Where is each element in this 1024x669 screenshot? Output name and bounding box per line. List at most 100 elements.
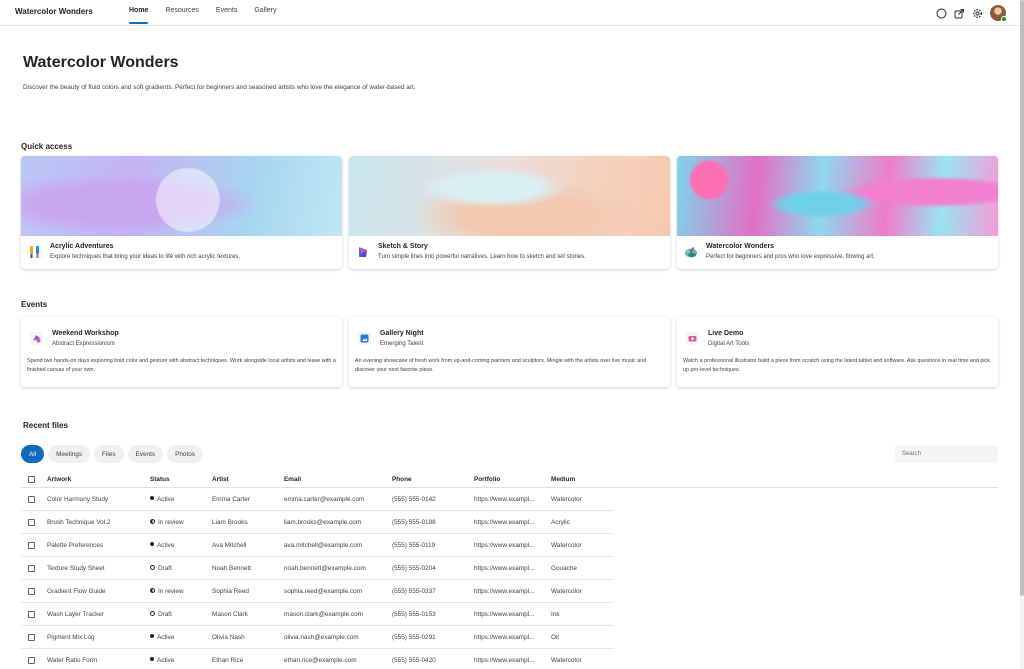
table-row[interactable]: Brush Technique Vol.2 In review Liam Brook… [21, 511, 614, 534]
cell-status: Draft [150, 610, 172, 618]
event-title: Gallery Night [380, 330, 424, 337]
card-image [21, 156, 342, 236]
card-description: Perfect for beginners and pros who love … [706, 254, 875, 260]
cell-phone: (555) 555-0119 [392, 542, 436, 549]
quick-access-card-acrylic[interactable]: Acrylic Adventures Explore techniques th… [21, 156, 342, 269]
events-title: Events [21, 300, 48, 309]
event-card-gallery-night[interactable]: Gallery Night Emerging Talent An evening… [349, 317, 670, 387]
nav-resources[interactable]: Resources [165, 0, 198, 26]
status-label: Active [157, 542, 175, 549]
table-row[interactable]: Color Harmony Study Active Emma Carter emma… [21, 488, 614, 511]
card-image [349, 156, 670, 236]
filter-all[interactable]: All [21, 445, 45, 463]
cell-status: Active [150, 496, 174, 503]
status-label: Draft [158, 565, 172, 572]
event-description: An evening showcase of fresh work from u… [355, 358, 647, 373]
scrollbar-thumb[interactable] [1020, 0, 1024, 596]
cell-artwork: Wash Layer Tracker [47, 611, 104, 618]
status-label: Active [157, 496, 175, 503]
row-checkbox[interactable] [28, 634, 35, 641]
workshop-icon [30, 332, 43, 345]
row-checkbox[interactable] [28, 542, 35, 549]
cell-status: In review [150, 518, 184, 526]
cell-portfolio: https://www.exampl... [474, 542, 535, 549]
table-row[interactable]: Palette Preferences Active Ava Mitchell ava… [21, 534, 614, 557]
table-row[interactable]: Wash Layer Tracker Draft Mason Clark mason.… [21, 603, 614, 626]
share-icon[interactable] [953, 7, 966, 20]
cell-phone: (555) 555-0420 [392, 657, 436, 664]
gallery-icon [358, 332, 371, 345]
cell-phone: (555) 555-0291 [392, 634, 436, 641]
row-checkbox[interactable] [28, 657, 35, 664]
cell-phone: (555) 555-0153 [392, 611, 436, 618]
circle-icon[interactable] [935, 7, 948, 20]
cell-status: Active [150, 657, 174, 664]
status-active-icon [150, 634, 154, 639]
cell-email: liam.brooks@example.com [284, 519, 362, 526]
cell-email: emma.carter@example.com [284, 496, 365, 503]
column-header-phone[interactable]: Phone [392, 476, 412, 483]
app-brand[interactable]: Watercolor Wonders [15, 7, 93, 16]
cell-artist: Noah Bennett [212, 565, 252, 572]
filter-events[interactable]: Events [127, 445, 164, 463]
column-header-artwork[interactable]: Artwork [47, 476, 71, 483]
gear-icon[interactable] [971, 7, 984, 20]
status-label: Active [157, 634, 175, 641]
filter-meetings[interactable]: Meetings [48, 445, 91, 463]
top-bar: Watercolor Wonders Home Resources Events… [0, 0, 1020, 26]
card-description: Explore techniques that bring your ideas… [50, 254, 241, 260]
status-label: Active [157, 657, 175, 664]
event-description: Watch a professional illustrator build a… [683, 358, 990, 373]
cell-phone: (555) 555-0188 [392, 519, 436, 526]
status-draft-icon [150, 564, 155, 570]
column-header-artist[interactable]: Artist [212, 476, 229, 483]
column-header-medium[interactable]: Medium [551, 476, 575, 483]
page-title: Watercolor Wonders [23, 54, 179, 71]
cell-artwork: Brush Technique Vol.2 [47, 519, 111, 526]
avatar[interactable] [990, 5, 1007, 22]
table-row[interactable]: Gradient Flow Guide In review Sophia Reed s… [21, 580, 614, 603]
table-row[interactable]: Pigment Mix Log Active Olivia Nash olivia.n… [21, 626, 614, 649]
recent-files-title: Recent files [23, 421, 68, 430]
row-checkbox[interactable] [28, 496, 35, 503]
cell-medium: Acrylic [551, 519, 570, 526]
card-title: Sketch & Story [378, 243, 428, 250]
status-draft-icon [150, 610, 155, 616]
sketch-app-icon [356, 245, 370, 259]
status-active-icon [150, 657, 154, 662]
table-header: Artwork Status Artist Email Phone Portfo… [21, 472, 998, 488]
quick-access-card-watercolor[interactable]: Watercolor Wonders Perfect for beginners… [677, 156, 998, 269]
column-header-status[interactable]: Status [150, 476, 170, 483]
scrollbar[interactable] [1020, 0, 1024, 669]
column-header-email[interactable]: Email [284, 476, 301, 483]
cell-artist: Sophia Reed [212, 588, 249, 595]
cell-artwork: Color Harmony Study [47, 496, 109, 503]
event-card-weekend-workshop[interactable]: Weekend Workshop Abstract Expressionism … [21, 317, 342, 387]
status-label: Draft [158, 611, 172, 618]
card-image [677, 156, 998, 236]
row-checkbox[interactable] [28, 565, 35, 572]
table-row[interactable]: Texture Study Sheet Draft Noah Bennett noah… [21, 557, 614, 580]
table-row[interactable]: Water Ratio Form Active Ethan Rice ethan.ri… [21, 649, 614, 669]
event-card-live-demo[interactable]: Live Demo Digital Art Tools Watch a prof… [677, 317, 998, 387]
row-checkbox[interactable] [28, 519, 35, 526]
status-active-icon [150, 542, 154, 547]
nav-events[interactable]: Events [216, 0, 237, 26]
palette-icon [684, 245, 698, 259]
column-header-portfolio[interactable]: Portfolio [474, 476, 500, 483]
row-checkbox[interactable] [28, 611, 35, 618]
quick-access-card-sketch[interactable]: Sketch & Story Turn simple lines into po… [349, 156, 670, 269]
cell-portfolio: https://www.exampl... [474, 657, 535, 664]
cell-medium: Watercolor [551, 496, 582, 503]
nav-gallery[interactable]: Gallery [254, 0, 276, 26]
table-body: Color Harmony Study Active Emma Carter emma… [21, 488, 998, 669]
filter-files[interactable]: Files [94, 445, 124, 463]
search-input[interactable]: Search [895, 445, 998, 463]
filter-photos[interactable]: Photos [167, 445, 203, 463]
cell-email: mason.clark@example.com [284, 611, 363, 618]
cell-artist: Ava Mitchell [212, 542, 247, 549]
row-checkbox[interactable] [28, 588, 35, 595]
select-all-checkbox[interactable] [28, 476, 35, 483]
status-review-icon [150, 587, 155, 593]
nav-home[interactable]: Home [129, 0, 149, 26]
